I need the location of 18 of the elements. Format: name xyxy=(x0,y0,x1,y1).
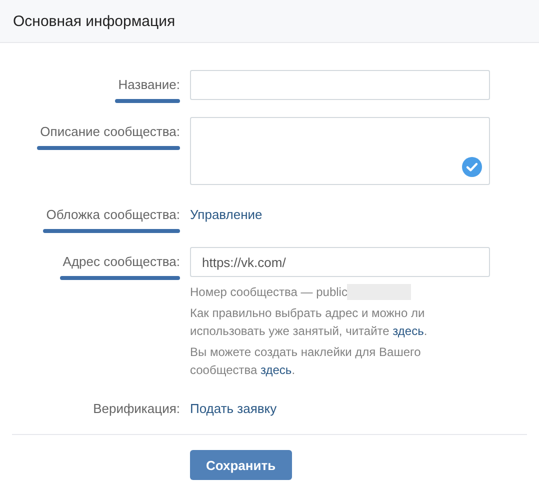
hint-text: Вы можете создать наклейки для Вашего сообщества здесь. xyxy=(190,344,422,379)
description-field[interactable] xyxy=(190,117,490,185)
input-field[interactable] xyxy=(190,70,490,100)
save-button[interactable]: Сохранить xyxy=(190,450,292,480)
field-label: Обложка сообщества: xyxy=(46,207,180,222)
here-link[interactable]: здесь xyxy=(392,324,424,338)
field-label: Название: xyxy=(118,77,180,92)
here-link[interactable]: здесь xyxy=(260,363,292,377)
field-label: Описание сообщества: xyxy=(40,124,180,139)
hint-text: Как правильно выбрать адрес и можно ли использовать уже занятый, читайте здесь. xyxy=(190,305,428,340)
action-link[interactable]: Подать заявку xyxy=(190,401,277,416)
check-icon xyxy=(462,157,482,177)
action-link[interactable]: Управление xyxy=(190,207,262,222)
field-label: Верификация: xyxy=(93,401,180,416)
hint-text: Номер сообщества — public xyxy=(190,284,348,301)
field-label: Адрес сообщества: xyxy=(62,254,180,269)
section-title: Основная информация xyxy=(13,12,176,30)
input-field[interactable]: https://vk.com/ xyxy=(190,247,490,277)
